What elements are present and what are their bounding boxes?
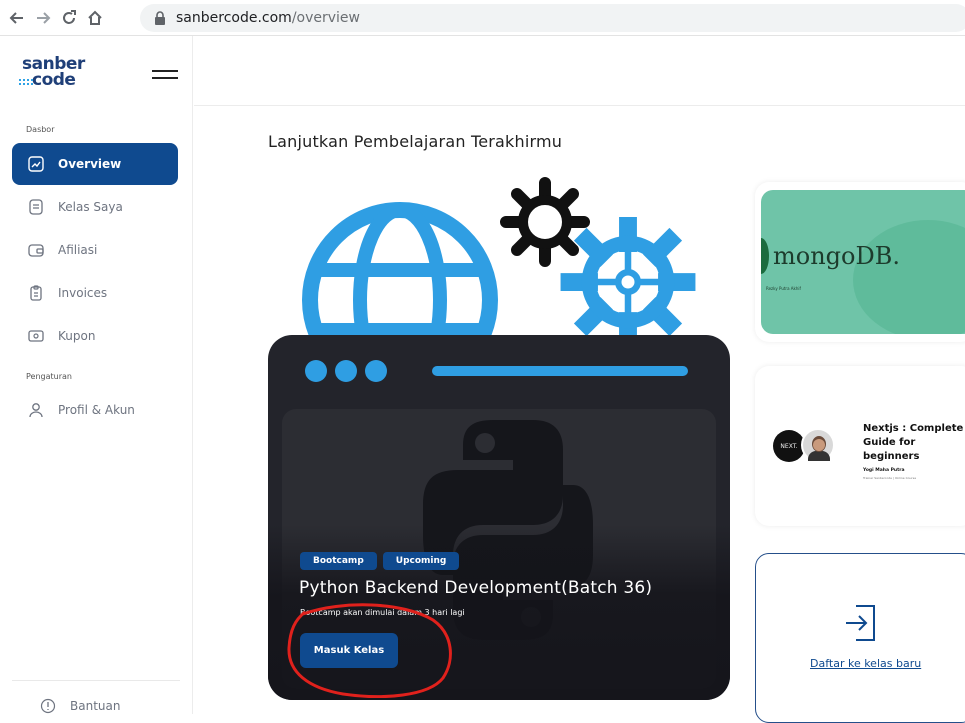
course-card-nextjs[interactable]: NEXT. Nextjs : Complete Guide for beginn… [755,366,965,526]
hamburger-menu-icon[interactable] [152,70,178,80]
sidebar-item-invoices[interactable]: Invoices [12,272,178,314]
red-annotation-circle [287,603,452,698]
coupon-icon [28,328,44,344]
tag-upcoming: Upcoming [382,552,460,570]
logo-dots-icon [19,79,33,85]
sidebar-item-kelas-saya[interactable]: Kelas Saya [12,186,178,228]
sidebar-item-kupon[interactable]: Kupon [12,315,178,357]
nextjs-course-title: Nextjs : Complete Guide for beginners [863,423,964,462]
sidebar-item-overview[interactable]: Overview [12,143,178,185]
sidebar-item-afiliasi[interactable]: Afiliasi [12,229,178,271]
reload-icon[interactable] [56,5,82,31]
sidebar-divider [12,680,180,681]
nextjs-author: Yogi Maha Putra [863,468,905,473]
help-circle-icon [40,698,56,714]
mongodb-author: Rezky Putra Akhif [766,286,801,291]
register-new-class-card[interactable]: Daftar ke kelas baru [755,553,965,723]
help-label: Bantuan [70,699,121,713]
sanbercode-logo[interactable]: sanber code [19,56,92,96]
wallet-icon [28,242,44,258]
sidebar-item-label: Overview [58,157,122,171]
browser-toolbar: sanbercode.com/overview [0,0,965,36]
sign-in-arrow-icon [846,605,875,641]
address-bar[interactable]: sanbercode.com/overview [140,4,965,32]
window-dots-icon [305,360,688,382]
tag-bootcamp: Bootcamp [300,552,377,570]
mongodb-bg-blob [853,220,965,334]
sidebar-item-label: Invoices [58,286,108,300]
logo-text-bottom: code [19,70,92,90]
back-arrow-icon[interactable] [4,5,30,31]
url-host: sanbercode.com [176,10,292,26]
mongodb-brand: mongoDB. [773,242,900,270]
top-header-bar [194,36,965,106]
gear-blue-icon [560,217,696,347]
mongodb-thumbnail: mongoDB. Rezky Putra Akhif [761,190,965,334]
clipboard-icon [28,285,44,301]
page-title: Lanjutkan Pembelajaran Terakhirmu [268,132,563,151]
forward-arrow-icon[interactable] [30,5,56,31]
course-tags: Bootcamp Upcoming [300,552,460,570]
sidebar-item-label: Kupon [58,329,96,343]
user-icon [28,402,44,418]
avatar [801,428,835,462]
sidebar-item-label: Afiliasi [58,243,98,257]
url-path: /overview [291,10,360,26]
logo-text-code: code [32,70,76,90]
help-link[interactable]: Bantuan [40,698,120,714]
document-icon [28,199,44,215]
register-new-class-link[interactable]: Daftar ke kelas baru [810,657,921,670]
section-label-pengaturan: Pengaturan [26,372,72,381]
home-icon[interactable] [82,5,108,31]
course-card-mongodb[interactable]: mongoDB. Rezky Putra Akhif [755,182,965,342]
course-title: Python Backend Development(Batch 36) [299,578,653,598]
chart-trend-icon [28,156,44,172]
sidebar-item-label: Kelas Saya [58,200,123,214]
lock-icon [155,11,165,25]
sidebar-item-label: Profil & Akun [58,403,135,417]
sidebar-item-profil-akun[interactable]: Profil & Akun [12,389,178,431]
mongodb-leaf-icon [761,238,769,274]
nextjs-author-role: Trainer Sanbercode | Online Course [863,476,917,480]
sidebar: sanber code Dasbor Overview Kelas Saya A… [0,36,193,714]
section-label-dasbor: Dasbor [26,125,55,134]
